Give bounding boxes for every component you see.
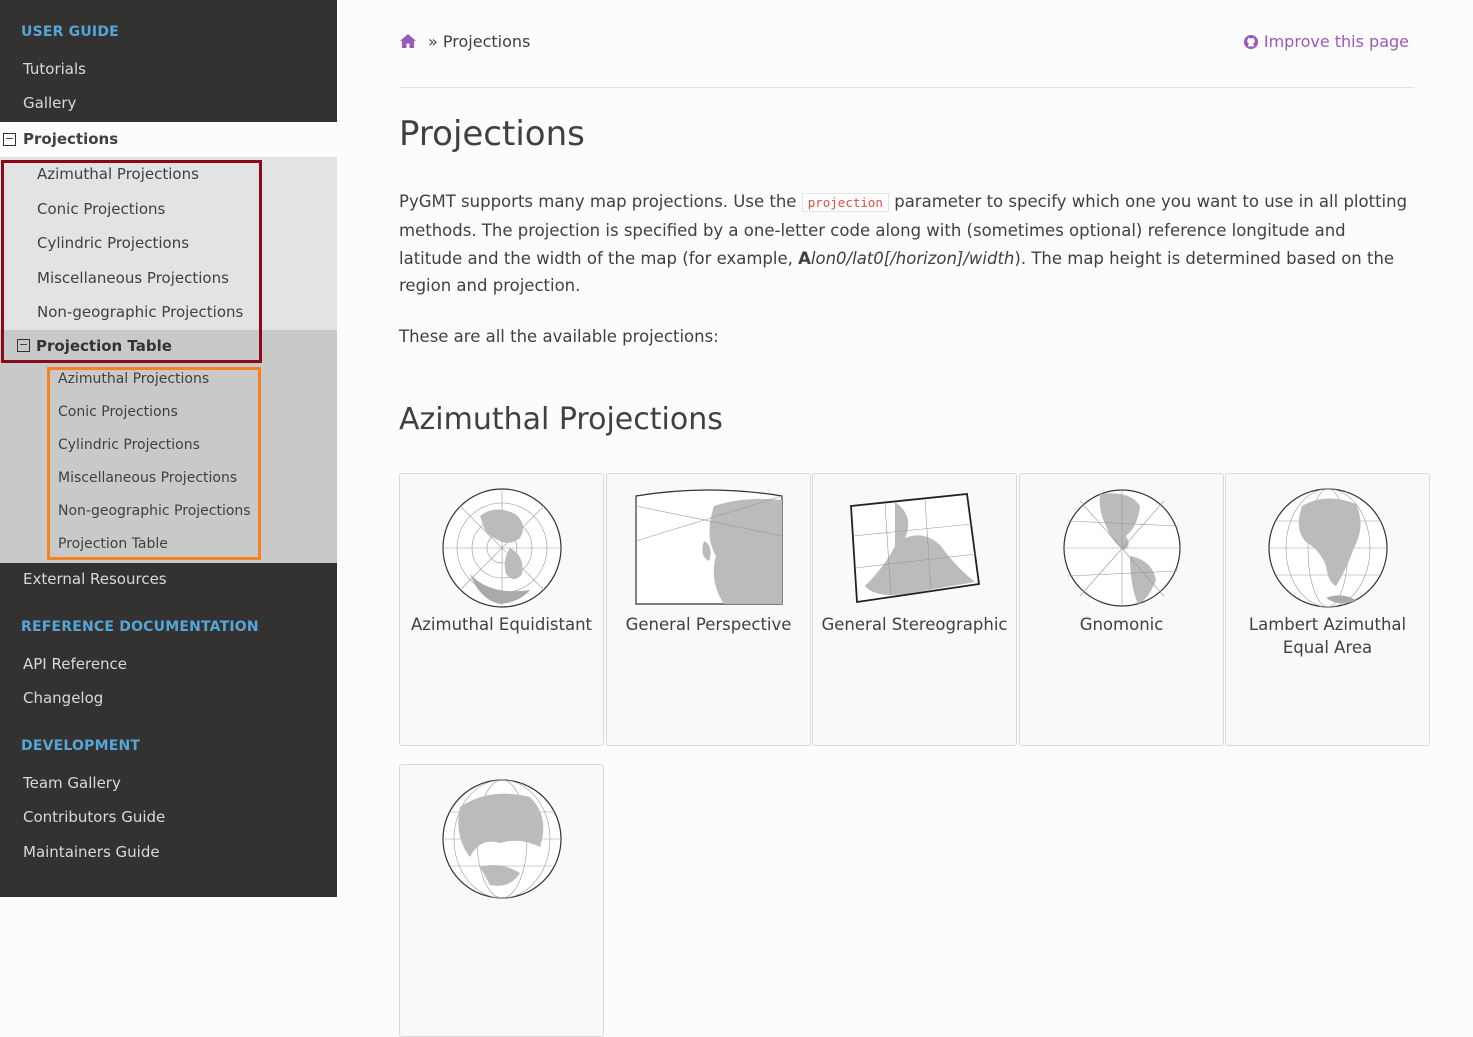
improve-page-link[interactable]: Improve this page: [1243, 32, 1409, 51]
available-text: These are all the available projections:: [399, 327, 719, 346]
sidebar-subitem-miscellaneous[interactable]: Miscellaneous Projections: [58, 470, 237, 486]
example-args: lon0/lat0[/horizon]/width: [810, 248, 1015, 268]
general-perspective-map-thumbnail: [635, 489, 783, 605]
lambert-azimuthal-map-thumbnail: [1268, 488, 1388, 608]
header-divider: [399, 87, 1414, 88]
sidebar-item-miscellaneous[interactable]: Miscellaneous Projections: [37, 269, 229, 287]
sidebar-subitem-cylindric[interactable]: Cylindric Projections: [58, 437, 200, 453]
sidebar-item-changelog[interactable]: Changelog: [23, 689, 103, 707]
sidebar-item-tutorials[interactable]: Tutorials: [23, 60, 86, 78]
azimuthal-equidistant-map-thumbnail: [442, 488, 562, 608]
sidebar: USER GUIDE Tutorials Gallery − Projectio…: [0, 0, 337, 897]
section-title-azimuthal: Azimuthal Projections: [399, 402, 723, 437]
improve-page-label: Improve this page: [1263, 32, 1409, 51]
sidebar-item-team-gallery[interactable]: Team Gallery: [23, 774, 121, 792]
projection-card-azimuthal-equidistant[interactable]: Azimuthal Equidistant: [399, 473, 604, 746]
collapse-toggle-icon[interactable]: −: [3, 133, 16, 146]
sidebar-item-conic[interactable]: Conic Projections: [37, 200, 165, 218]
projections-submenu: Azimuthal Projections Conic Projections …: [0, 157, 337, 330]
intro-text-1: PyGMT supports many map projections. Use…: [399, 192, 797, 211]
sidebar-item-projection-table-label: Projection Table: [36, 337, 172, 355]
projection-card-gnomonic[interactable]: Gnomonic: [1019, 473, 1224, 746]
card-label: General Perspective: [625, 615, 792, 634]
sidebar-item-contributors-guide[interactable]: Contributors Guide: [23, 808, 165, 826]
sidebar-item-non-geographic[interactable]: Non-geographic Projections: [37, 303, 243, 321]
orthographic-map-thumbnail: [442, 779, 562, 899]
sidebar-subitem-projection-table[interactable]: Projection Table: [58, 536, 168, 552]
sidebar-item-gallery[interactable]: Gallery: [23, 94, 76, 112]
breadcrumb-separator: »: [428, 32, 438, 51]
sidebar-item-projection-table[interactable]: − Projection Table Azimuthal Projections…: [0, 330, 337, 563]
card-label: Azimuthal Equidistant: [410, 615, 593, 634]
projection-card-general-stereographic[interactable]: General Stereographic: [812, 473, 1017, 746]
sidebar-item-external-resources[interactable]: External Resources: [23, 570, 167, 588]
sidebar-item-maintainers-guide[interactable]: Maintainers Guide: [23, 843, 160, 861]
projection-card-general-perspective[interactable]: General Perspective: [606, 473, 811, 746]
page-title: Projections: [399, 114, 585, 154]
caption-reference-documentation: REFERENCE DOCUMENTATION: [21, 619, 259, 635]
caption-development: DEVELOPMENT: [21, 738, 141, 754]
general-stereographic-map-thumbnail: [850, 493, 981, 604]
github-icon: [1243, 34, 1258, 49]
sidebar-item-projections[interactable]: − Projections: [0, 122, 337, 157]
breadcrumb-current: Projections: [442, 32, 531, 51]
main-content: » Projections Improve this page Projecti…: [399, 0, 1439, 1037]
card-label: Gnomonic: [1079, 615, 1164, 634]
projection-code: projection: [801, 193, 889, 212]
projection-card-orthographic[interactable]: [399, 764, 604, 1037]
sidebar-item-projections-label: Projections: [23, 130, 119, 148]
sidebar-subitem-conic[interactable]: Conic Projections: [58, 404, 178, 420]
projection-card-lambert-azimuthal-equal-area[interactable]: Lambert Azimuthal Equal Area: [1225, 473, 1430, 746]
breadcrumb: » Projections: [428, 32, 530, 51]
example-code-letter: A: [798, 248, 811, 268]
home-icon[interactable]: [399, 33, 417, 49]
caption-user-guide: USER GUIDE: [21, 24, 119, 40]
gnomonic-map-thumbnail: [1063, 489, 1181, 607]
card-label: Lambert Azimuthal Equal Area: [1248, 615, 1407, 657]
sidebar-item-azimuthal[interactable]: Azimuthal Projections: [37, 165, 199, 183]
collapse-toggle-icon[interactable]: −: [17, 339, 30, 352]
sidebar-subitem-azimuthal[interactable]: Azimuthal Projections: [58, 371, 209, 387]
sidebar-item-api-reference[interactable]: API Reference: [23, 655, 127, 673]
sidebar-item-cylindric[interactable]: Cylindric Projections: [37, 234, 189, 252]
card-label: General Stereographic: [821, 615, 1008, 634]
intro-paragraph: PyGMT supports many map projections. Use…: [399, 188, 1409, 300]
sidebar-subitem-non-geographic[interactable]: Non-geographic Projections: [58, 503, 251, 519]
